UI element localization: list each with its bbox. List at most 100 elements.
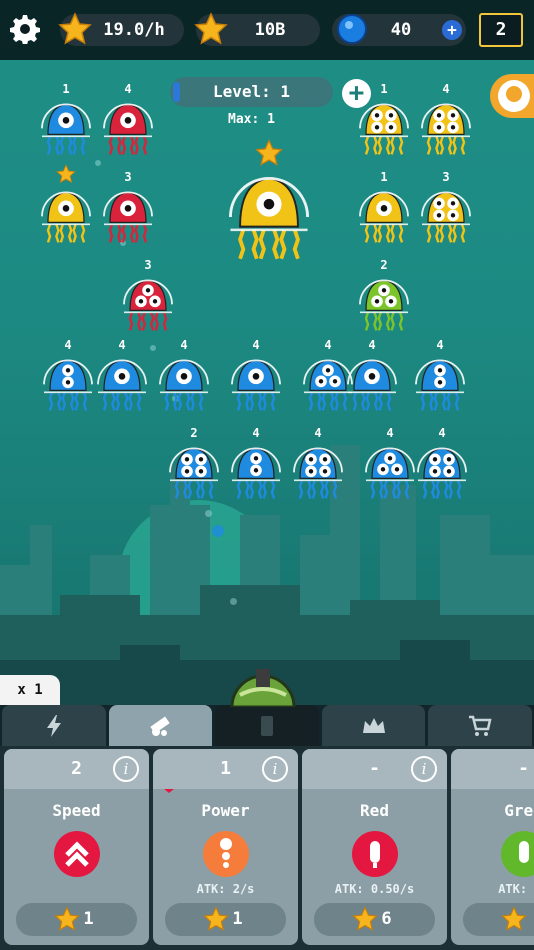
jelly-level: 4	[180, 338, 188, 352]
card-atk: ATK: 2/s	[196, 882, 255, 896]
double-chevron-up-icon	[53, 831, 100, 877]
green-bullet-icon	[500, 831, 534, 877]
level-bar: Level: 1	[170, 77, 333, 107]
jelly-yellow[interactable]	[38, 164, 94, 247]
bubble	[230, 598, 237, 605]
jelly-level: 2	[380, 258, 388, 272]
bullet-icon	[202, 831, 249, 877]
jelly-yellow[interactable]: 3	[418, 170, 474, 247]
jelly-yellow[interactable]	[224, 139, 314, 266]
lightning-icon	[46, 714, 61, 737]
card-speed[interactable]: 2i Speed 1	[4, 749, 149, 945]
projectile	[212, 525, 224, 537]
jelly-blue[interactable]: 4	[362, 426, 418, 503]
jelly-level: 2	[190, 426, 198, 440]
jelly-blue[interactable]: 4	[412, 338, 468, 415]
jelly-yellow[interactable]: 1	[356, 170, 412, 247]
jelly-red[interactable]: 3	[100, 170, 156, 247]
crown-icon	[362, 717, 385, 733]
cost-value: 1	[83, 909, 94, 929]
jelly-blue[interactable]: 4	[344, 338, 400, 415]
star-icon	[54, 906, 80, 931]
card-title: Gree	[504, 801, 534, 820]
card-atk: ATK: 0.	[498, 882, 534, 896]
card-title: Speed	[52, 801, 101, 820]
card-red[interactable]: -i Red ATK: 0.50/s 6	[302, 749, 447, 945]
level-up-button[interactable]: +	[342, 79, 371, 108]
info-icon[interactable]: i	[113, 756, 139, 782]
jelly-blue[interactable]: 4	[40, 338, 96, 415]
buy-red-button[interactable]: 6	[314, 903, 435, 936]
add-gems-button[interactable]: +	[442, 20, 462, 40]
bottom-tabs	[0, 705, 534, 746]
star-icon	[58, 12, 92, 45]
star-icon	[255, 139, 283, 166]
star-icon	[352, 906, 378, 931]
top-bar: 19.0/h 10B 40 + 2	[0, 0, 534, 60]
jelly-blue[interactable]: 4	[414, 426, 470, 503]
multiplier-badge: x 1	[0, 675, 60, 705]
jelly-blue[interactable]: 1	[38, 82, 94, 159]
jelly-level: 1	[380, 170, 388, 184]
count-box[interactable]: 2	[479, 13, 523, 47]
upgrade-cards: 2i Speed 1 1i Power ATK: 2/s 1 -i Red AT…	[0, 746, 534, 950]
jelly-level: 4	[436, 338, 444, 352]
stars-counter: 10B	[194, 12, 320, 46]
bullet-icon	[498, 80, 530, 112]
card-green[interactable]: - Gree ATK: 0.	[451, 749, 534, 945]
gem-icon	[337, 14, 367, 44]
tab-shop[interactable]	[428, 705, 532, 746]
side-boost-button[interactable]	[490, 74, 534, 118]
jelly-blue[interactable]: 4	[228, 426, 284, 503]
jelly-level: 4	[438, 426, 446, 440]
info-icon[interactable]: i	[262, 756, 288, 782]
max-level-label: Max: 1	[228, 112, 275, 127]
jelly-blue[interactable]: 4	[228, 338, 284, 415]
jelly-level: 4	[368, 338, 376, 352]
jelly-yellow[interactable]: 4	[418, 82, 474, 159]
jelly-blue[interactable]: 4	[290, 426, 346, 503]
card-level: -	[518, 758, 529, 779]
jelly-blue[interactable]: 2	[166, 426, 222, 503]
star-icon	[56, 164, 76, 184]
card-power[interactable]: 1i Power ATK: 2/s 1	[153, 749, 298, 945]
jelly-level: 3	[442, 170, 450, 184]
jelly-level: 3	[144, 258, 152, 272]
buy-green-button[interactable]	[463, 903, 534, 936]
card-icon	[260, 715, 273, 736]
jelly-blue[interactable]: 4	[94, 338, 150, 415]
red-bullet-icon	[351, 831, 398, 877]
tab-boost[interactable]	[2, 705, 106, 746]
star-icon	[203, 906, 229, 931]
tab-cannon[interactable]	[108, 705, 213, 746]
jelly-red[interactable]: 3	[120, 258, 176, 335]
jelly-level: 4	[314, 426, 322, 440]
star-icon	[194, 12, 228, 45]
jelly-level: 4	[118, 338, 126, 352]
cannon-icon[interactable]	[226, 665, 300, 707]
jelly-level: 4	[252, 426, 260, 440]
bubble	[95, 160, 101, 166]
buy-power-button[interactable]: 1	[165, 903, 286, 936]
jelly-level: 1	[62, 82, 70, 96]
tab-card[interactable]	[215, 705, 319, 746]
tab-crown[interactable]	[321, 705, 426, 746]
cart-icon	[469, 715, 492, 736]
bubble	[205, 510, 212, 517]
jelly-blue[interactable]: 4	[156, 338, 212, 415]
info-icon[interactable]: i	[411, 756, 437, 782]
cost-value: 1	[232, 909, 243, 929]
jelly-level: 4	[442, 82, 450, 96]
card-title: Power	[201, 801, 250, 820]
gear-icon[interactable]	[10, 14, 40, 44]
star-icon	[501, 906, 527, 931]
buy-speed-button[interactable]: 1	[16, 903, 137, 936]
rate-counter: 19.0/h	[58, 12, 184, 46]
jelly-level: 4	[386, 426, 394, 440]
jelly-level: 3	[124, 170, 132, 184]
jelly-green[interactable]: 2	[356, 258, 412, 335]
card-title: Red	[360, 801, 389, 820]
gems-counter: 40 +	[332, 14, 466, 46]
jelly-red[interactable]: 4	[100, 82, 156, 159]
cannon-icon	[150, 716, 171, 736]
